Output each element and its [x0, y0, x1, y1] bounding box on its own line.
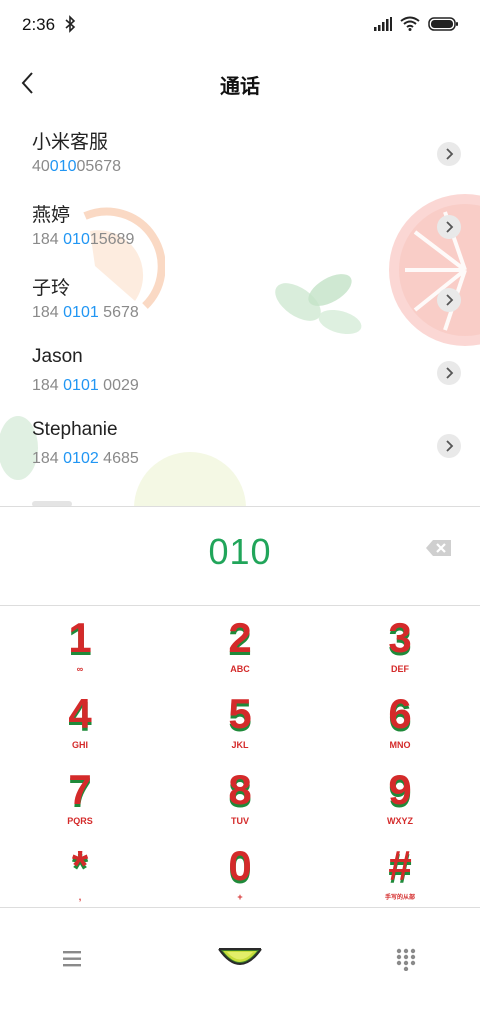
contact-number: 184 0101 0029 [32, 377, 139, 394]
key-digit: 4 [68, 690, 92, 737]
key-1[interactable]: 1 ∞ [0, 610, 160, 686]
key-2[interactable]: 2 ABC [160, 610, 320, 686]
dialed-number-display: 010 [0, 507, 480, 605]
bottom-bar [0, 909, 480, 1013]
key-letters: GHI [71, 740, 88, 750]
contact-name: Stephanie [32, 419, 118, 440]
key-0[interactable]: 0 + [160, 838, 320, 914]
contact-name: 燕婷 [32, 205, 71, 226]
key-digit: 3 [388, 614, 412, 661]
key-letters: ABC [230, 664, 250, 674]
contact-name: 小米客服 [32, 132, 109, 153]
page-title: 通话 [220, 74, 260, 98]
contact-list: 小米客服 4001005678 燕婷 184 01015689 子玲 184 0… [0, 118, 480, 506]
chevron-right-icon[interactable] [437, 142, 461, 166]
backspace-icon[interactable] [424, 537, 454, 559]
key-star[interactable]: * , [0, 838, 160, 914]
key-letters: DEF [391, 664, 409, 674]
key-3[interactable]: 3 DEF [320, 610, 480, 686]
key-letters: MNO [389, 740, 411, 750]
contact-number: 184 0102 4685 [32, 450, 139, 467]
key-hash[interactable]: # 手写的从部 [320, 838, 480, 914]
key-digit: 6 [388, 690, 412, 737]
key-9[interactable]: 9 WXYZ [320, 762, 480, 838]
key-letters: , [78, 892, 82, 902]
key-digit: 1 [68, 614, 92, 661]
dial-keypad: 1 ∞ 2 ABC 3 DEF 4 GHI 5 JKL 6 MNO 7 PQRS… [0, 606, 480, 908]
melon-call-icon[interactable] [217, 945, 263, 975]
battery-icon [428, 16, 458, 31]
key-letters: ∞ [76, 664, 84, 674]
wifi-icon [400, 16, 420, 31]
bluetooth-icon [64, 15, 76, 37]
contact-row[interactable]: Stephanie 184 0102 4685 [0, 410, 480, 483]
key-digit: 2 [228, 614, 252, 661]
key-digit: # [388, 842, 412, 889]
dialed-number: 010 [208, 531, 272, 572]
key-letters: TUV [231, 816, 249, 826]
app-header: 通话 [0, 58, 480, 110]
key-digit: 9 [388, 766, 412, 813]
contact-number: 4001005678 [32, 158, 121, 175]
contact-row[interactable]: 燕婷 184 01015689 [0, 191, 480, 264]
key-digit: 7 [68, 766, 92, 813]
key-4[interactable]: 4 GHI [0, 686, 160, 762]
signal-icon [374, 16, 392, 31]
contact-row[interactable]: Jason 184 0101 0029 [0, 337, 480, 410]
key-7[interactable]: 7 PQRS [0, 762, 160, 838]
status-icons [374, 16, 458, 31]
key-letters: 手写的从部 [384, 895, 415, 901]
chevron-right-icon[interactable] [437, 215, 461, 239]
key-letters: WXYZ [387, 816, 413, 826]
key-letters: PQRS [67, 816, 93, 826]
contact-number: 184 0101 5678 [32, 304, 139, 321]
key-digit: * [71, 842, 89, 889]
dialpad-icon[interactable] [394, 947, 418, 972]
status-time: 2:36 [22, 15, 56, 34]
key-6[interactable]: 6 MNO [320, 686, 480, 762]
chevron-right-icon[interactable] [437, 434, 461, 458]
contact-row[interactable]: 子玲 184 0101 5678 [0, 264, 480, 337]
key-digit: 8 [228, 766, 252, 813]
contact-name: 子玲 [32, 278, 71, 299]
key-letters: JKL [231, 740, 249, 750]
key-8[interactable]: 8 TUV [160, 762, 320, 838]
status-bar: 2:36 [0, 0, 480, 52]
key-letters: + [237, 892, 243, 902]
divider [0, 907, 480, 908]
contact-row[interactable]: 小米客服 4001005678 [0, 118, 480, 191]
key-digit: 5 [228, 690, 252, 737]
key-digit: 0 [228, 842, 252, 889]
contact-number: 184 01015689 [32, 231, 135, 248]
contact-name: Jason [32, 346, 83, 367]
menu-icon[interactable] [61, 949, 85, 969]
chevron-right-icon[interactable] [437, 361, 461, 385]
chevron-right-icon[interactable] [437, 288, 461, 312]
key-5[interactable]: 5 JKL [160, 686, 320, 762]
